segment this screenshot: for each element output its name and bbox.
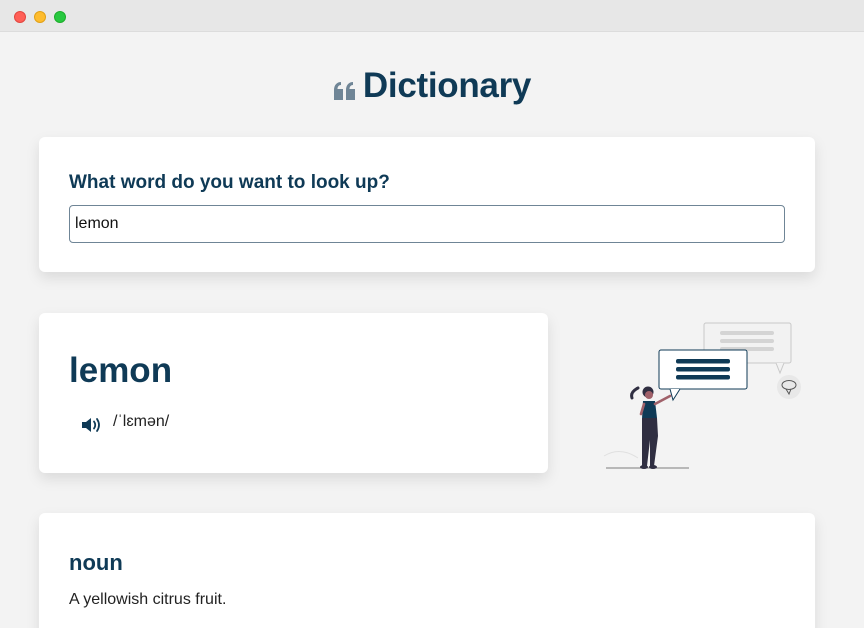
search-label: What word do you want to look up? <box>69 172 390 193</box>
search-input[interactable] <box>69 205 785 243</box>
quote-icon <box>333 81 357 103</box>
minimize-window-button[interactable] <box>34 11 46 23</box>
phonetic-text: /ˈlɛmən/ <box>113 413 170 430</box>
window-titlebar <box>0 0 864 32</box>
meaning-card: noun A yellowish citrus fruit. <box>39 513 815 628</box>
app-title: Dictionary <box>362 66 532 105</box>
word-card: lemon /ˈlɛmən/ <box>39 313 548 473</box>
speaker-icon[interactable] <box>81 416 103 434</box>
maximize-window-button[interactable] <box>54 11 66 23</box>
word-title: lemon <box>69 351 173 390</box>
search-card: What word do you want to look up? <box>39 137 815 272</box>
reading-illustration <box>600 318 810 473</box>
definition-text: A yellowish citrus fruit. <box>69 591 227 608</box>
app-header: Dictionary <box>0 64 864 108</box>
part-of-speech: noun <box>69 550 123 575</box>
close-window-button[interactable] <box>14 11 26 23</box>
